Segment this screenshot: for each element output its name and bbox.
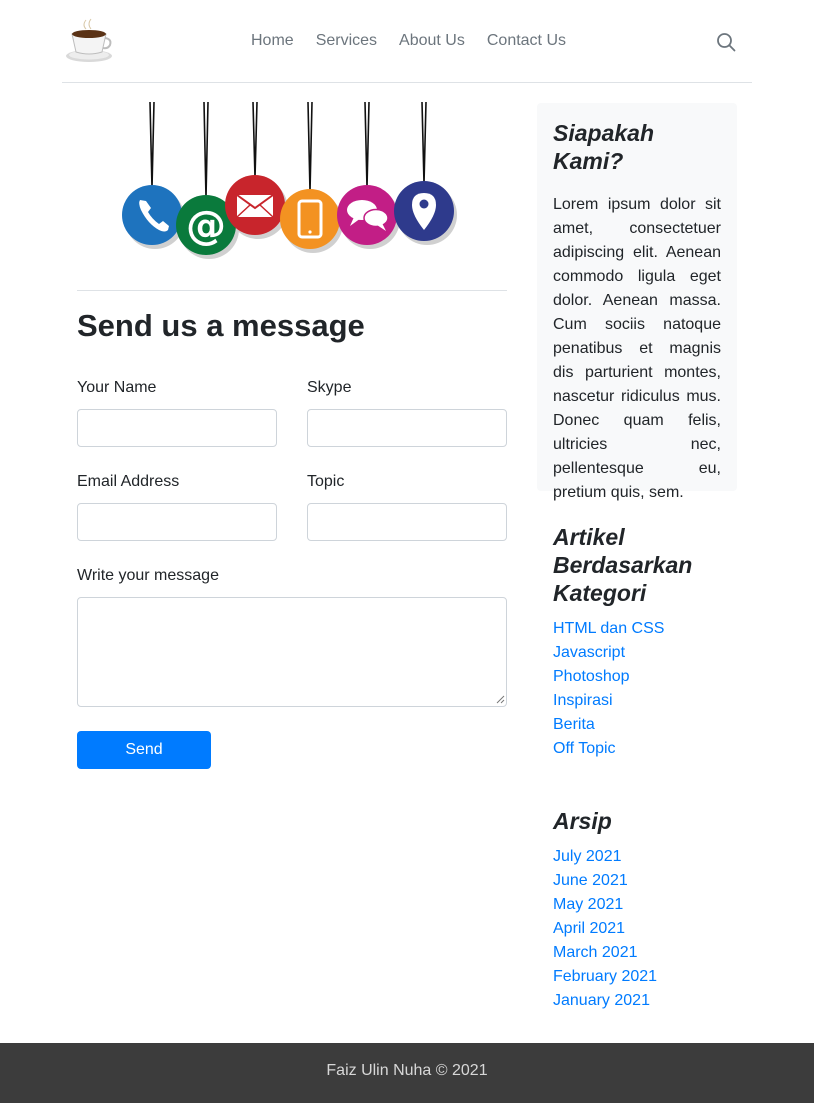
list-item: June 2021 <box>553 869 733 893</box>
list-item: July 2021 <box>553 845 733 869</box>
nav-home[interactable]: Home <box>240 30 305 52</box>
topic-label: Topic <box>307 473 345 490</box>
page-title: Send us a message <box>77 308 365 343</box>
category-link-inspirasi[interactable]: Inspirasi <box>553 692 613 709</box>
list-item: January 2021 <box>553 989 733 1013</box>
smartphone-icon <box>280 189 340 249</box>
location-pin-icon <box>394 181 454 241</box>
category-link-javascript[interactable]: Javascript <box>553 644 625 661</box>
category-link-photoshop[interactable]: Photoshop <box>553 668 630 685</box>
email-address-label: Email Address <box>77 473 180 490</box>
nav-about-us[interactable]: About Us <box>388 30 476 52</box>
nav-contact-us[interactable]: Contact Us <box>476 30 577 52</box>
list-item: April 2021 <box>553 917 733 941</box>
category-link-html-dan-css[interactable]: HTML dan CSS <box>553 620 664 637</box>
about-title: Siapakah Kami? <box>553 120 654 174</box>
archive-link-july-2021[interactable]: July 2021 <box>553 848 622 865</box>
categories-title: Artikel Berdasarkan Kategori <box>553 524 693 606</box>
message-textarea[interactable] <box>77 597 507 707</box>
category-link-berita[interactable]: Berita <box>553 716 595 733</box>
coffee-cup-icon[interactable] <box>64 18 114 64</box>
phone-icon <box>122 185 182 245</box>
contact-icons-banner: @ <box>122 102 457 259</box>
site-header: Home Services About Us Contact Us <box>62 0 752 83</box>
list-item: Berita <box>553 713 733 737</box>
archive-section: Arsip July 2021 June 2021 May 2021 April… <box>553 807 733 1013</box>
topic-input[interactable] <box>307 503 507 541</box>
archive-link-june-2021[interactable]: June 2021 <box>553 872 628 889</box>
skype-input[interactable] <box>307 409 507 447</box>
archive-link-march-2021[interactable]: March 2021 <box>553 944 638 961</box>
archive-link-february-2021[interactable]: February 2021 <box>553 968 657 985</box>
archive-link-may-2021[interactable]: May 2021 <box>553 896 623 913</box>
footer-copyright: Faiz Ulin Nuha © 2021 <box>326 1062 488 1079</box>
about-text: Lorem ipsum dolor sit amet, consectetuer… <box>553 196 721 501</box>
about-box: Siapakah Kami? Lorem ipsum dolor sit ame… <box>537 103 737 501</box>
site-footer: Faiz Ulin Nuha © 2021 <box>0 1043 814 1103</box>
category-link-off-topic[interactable]: Off Topic <box>553 740 616 757</box>
list-item: February 2021 <box>553 965 733 989</box>
categories-section: Artikel Berdasarkan Kategori HTML dan CS… <box>553 523 733 761</box>
archive-link-january-2021[interactable]: January 2021 <box>553 992 650 1009</box>
list-item: HTML dan CSS <box>553 617 733 641</box>
list-item: Photoshop <box>553 665 733 689</box>
archive-title: Arsip <box>553 808 612 834</box>
archive-list: July 2021 June 2021 May 2021 April 2021 … <box>553 845 733 1013</box>
message-label: Write your message <box>77 567 219 584</box>
categories-list: HTML dan CSS Javascript Photoshop Inspir… <box>553 617 733 761</box>
search-icon[interactable] <box>716 32 736 52</box>
your-name-input[interactable] <box>77 409 277 447</box>
list-item: March 2021 <box>553 941 733 965</box>
send-button[interactable]: Send <box>77 731 211 769</box>
list-item: Javascript <box>553 641 733 665</box>
nav-services[interactable]: Services <box>305 30 388 52</box>
main-nav: Home Services About Us Contact Us <box>240 30 577 52</box>
skype-label: Skype <box>307 379 352 396</box>
archive-link-april-2021[interactable]: April 2021 <box>553 920 625 937</box>
resize-handle-icon[interactable] <box>495 694 505 704</box>
your-name-label: Your Name <box>77 379 157 396</box>
chat-bubbles-icon <box>337 185 397 245</box>
list-item: Off Topic <box>553 737 733 761</box>
email-address-input[interactable] <box>77 503 277 541</box>
svg-text:@: @ <box>186 203 226 249</box>
list-item: Inspirasi <box>553 689 733 713</box>
list-item: May 2021 <box>553 893 733 917</box>
content-divider <box>77 290 507 291</box>
envelope-icon <box>225 175 285 235</box>
